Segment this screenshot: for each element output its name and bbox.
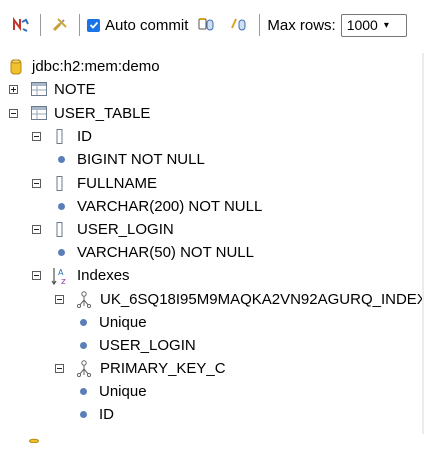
- column-icon: [56, 176, 64, 195]
- index-column: ID: [99, 406, 114, 423]
- autocommit-checkbox[interactable]: Auto commit: [87, 17, 188, 34]
- collapse-toggle[interactable]: [32, 271, 41, 280]
- maxrows-select[interactable]: 1000 ▾: [340, 13, 407, 37]
- table-icon: [31, 106, 47, 124]
- column-icon: [56, 222, 64, 241]
- index-sort-icon: A z: [51, 266, 73, 290]
- commit-icon[interactable]: [228, 13, 252, 37]
- collapse-toggle[interactable]: [32, 132, 41, 141]
- index-kind: Unique: [99, 314, 147, 331]
- index-name: PRIMARY_KEY_C: [100, 360, 226, 377]
- bullet-icon: [80, 411, 87, 418]
- indexes-label: Indexes: [77, 267, 130, 284]
- maxrows-label: Max rows:: [267, 16, 336, 34]
- column-name: USER_LOGIN: [77, 221, 174, 238]
- index-kind: Unique: [99, 383, 147, 400]
- bullet-icon: [80, 342, 87, 349]
- checkbox-checked-icon[interactable]: [87, 18, 100, 32]
- collapse-toggle[interactable]: [32, 179, 41, 188]
- collapse-toggle[interactable]: [55, 364, 64, 373]
- database-icon: [28, 430, 40, 447]
- column-type: VARCHAR(50) NOT NULL: [77, 244, 254, 261]
- collapse-toggle[interactable]: [55, 295, 64, 304]
- refresh-icon[interactable]: [9, 13, 33, 37]
- column-name: FULLNAME: [77, 175, 158, 192]
- index-column: USER_LOGIN: [99, 337, 196, 354]
- column-icon: [56, 129, 64, 148]
- bullet-icon: [58, 249, 65, 256]
- autocommit-label: Auto commit: [105, 16, 189, 34]
- bullet-icon: [80, 388, 87, 395]
- index-icon: [76, 291, 92, 313]
- table-name: NOTE: [54, 81, 96, 98]
- bullet-icon: [80, 319, 87, 326]
- maxrows-value: 1000: [346, 17, 378, 33]
- bullet-icon: [58, 156, 65, 163]
- svg-text:A: A: [58, 268, 64, 277]
- toolbar-separator: [259, 14, 261, 36]
- database-icon: [10, 58, 22, 80]
- svg-text:z: z: [61, 277, 66, 286]
- toolbar-separator: [79, 14, 80, 36]
- column-type: VARCHAR(200) NOT NULL: [77, 198, 263, 215]
- rollback-icon[interactable]: [196, 13, 220, 37]
- expand-toggle[interactable]: [9, 85, 18, 94]
- index-name: UK_6SQ18I95M9MAQKA2VN92AGURQ_INDEX: [100, 291, 424, 308]
- table-icon: [31, 82, 47, 100]
- table-name: USER_TABLE: [54, 105, 151, 122]
- chevron-down-icon: ▾: [383, 19, 389, 31]
- bullet-icon: [58, 203, 65, 210]
- toolbar-separator: [40, 14, 41, 36]
- column-name: ID: [77, 128, 92, 145]
- disconnect-icon[interactable]: [48, 13, 72, 37]
- collapse-toggle[interactable]: [9, 109, 18, 118]
- index-icon: [76, 360, 92, 382]
- toolbar: Auto commit Max rows: 1000 ▾: [0, 0, 424, 50]
- collapse-toggle[interactable]: [32, 225, 41, 234]
- connection-url: jdbc:h2:mem:demo: [32, 58, 160, 75]
- column-type: BIGINT NOT NULL: [77, 151, 205, 168]
